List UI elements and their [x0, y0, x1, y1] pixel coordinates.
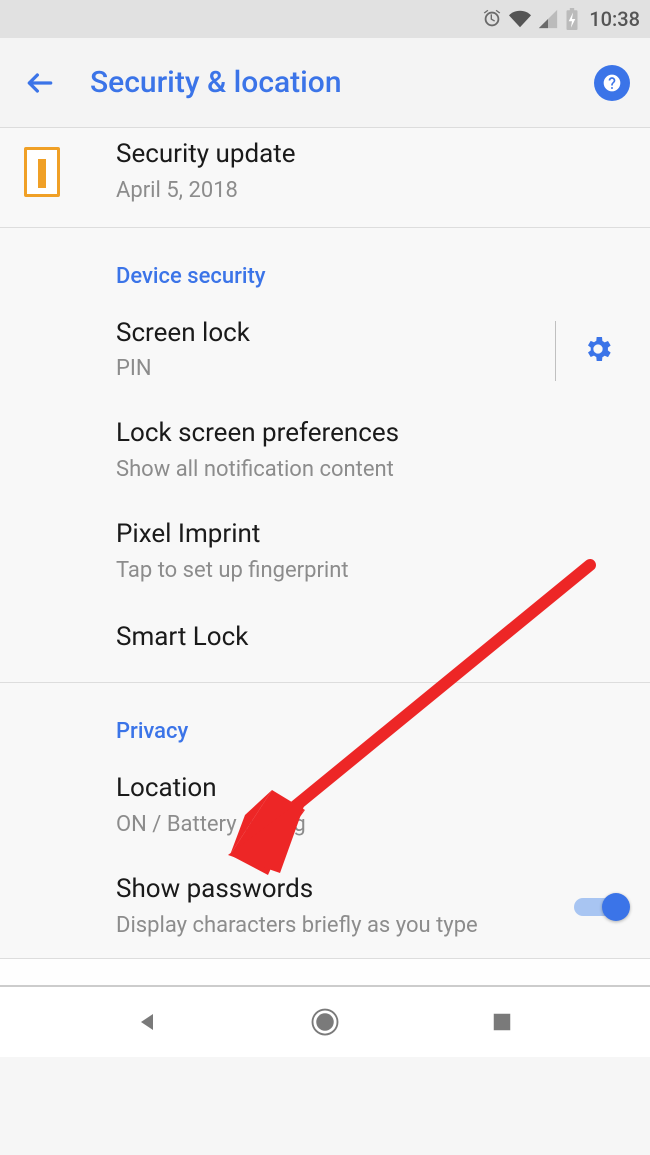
vertical-divider — [555, 321, 556, 381]
back-button[interactable] — [20, 63, 60, 103]
smart-lock-title: Smart Lock — [116, 621, 626, 655]
screen-lock-row[interactable]: Screen lock PIN — [0, 301, 650, 402]
smart-lock-row[interactable]: Smart Lock — [0, 602, 650, 682]
cell-signal-icon — [537, 8, 559, 30]
screen-lock-subtitle: PIN — [116, 354, 545, 385]
security-update-row[interactable]: Security update April 5, 2018 — [0, 128, 650, 228]
pixel-imprint-row[interactable]: Pixel Imprint Tap to set up fingerprint — [0, 502, 650, 603]
status-bar: 10:38 — [0, 0, 650, 38]
lock-screen-preferences-row[interactable]: Lock screen preferences Show all notific… — [0, 401, 650, 502]
lock-screen-prefs-subtitle: Show all notification content — [116, 455, 626, 486]
navigation-bar — [0, 987, 650, 1057]
show-passwords-toggle[interactable] — [574, 892, 626, 922]
nav-recent-button[interactable] — [482, 1002, 522, 1042]
section-header-device-security: Device security — [0, 228, 650, 301]
page-title: Security & location — [90, 65, 594, 100]
security-update-title: Security update — [116, 138, 626, 172]
clock-time: 10:38 — [589, 7, 640, 31]
screen-lock-settings-button[interactable] — [582, 333, 614, 369]
alarm-icon — [481, 8, 503, 30]
show-passwords-row[interactable]: Show passwords Display characters briefl… — [0, 857, 650, 958]
app-bar: Security & location — [0, 38, 650, 128]
location-subtitle: ON / Battery saving — [116, 810, 626, 841]
battery-charging-icon — [565, 8, 579, 30]
security-update-subtitle: April 5, 2018 — [116, 176, 626, 207]
nav-home-button[interactable] — [305, 1002, 345, 1042]
show-passwords-subtitle: Display characters briefly as you type — [116, 911, 574, 942]
location-row[interactable]: Location ON / Battery saving — [0, 756, 650, 857]
location-title: Location — [116, 772, 626, 806]
wifi-icon — [509, 8, 531, 30]
nav-back-button[interactable] — [128, 1002, 168, 1042]
pixel-imprint-subtitle: Tap to set up fingerprint — [116, 556, 626, 587]
pixel-imprint-title: Pixel Imprint — [116, 518, 626, 552]
help-button[interactable] — [594, 65, 630, 101]
alert-badge-icon — [24, 147, 60, 197]
spacer — [0, 959, 650, 985]
show-passwords-title: Show passwords — [116, 873, 574, 907]
lock-screen-prefs-title: Lock screen preferences — [116, 417, 626, 451]
screen-lock-title: Screen lock — [116, 317, 545, 351]
section-header-privacy: Privacy — [0, 683, 650, 756]
settings-content: Security update April 5, 2018 Device sec… — [0, 128, 650, 987]
